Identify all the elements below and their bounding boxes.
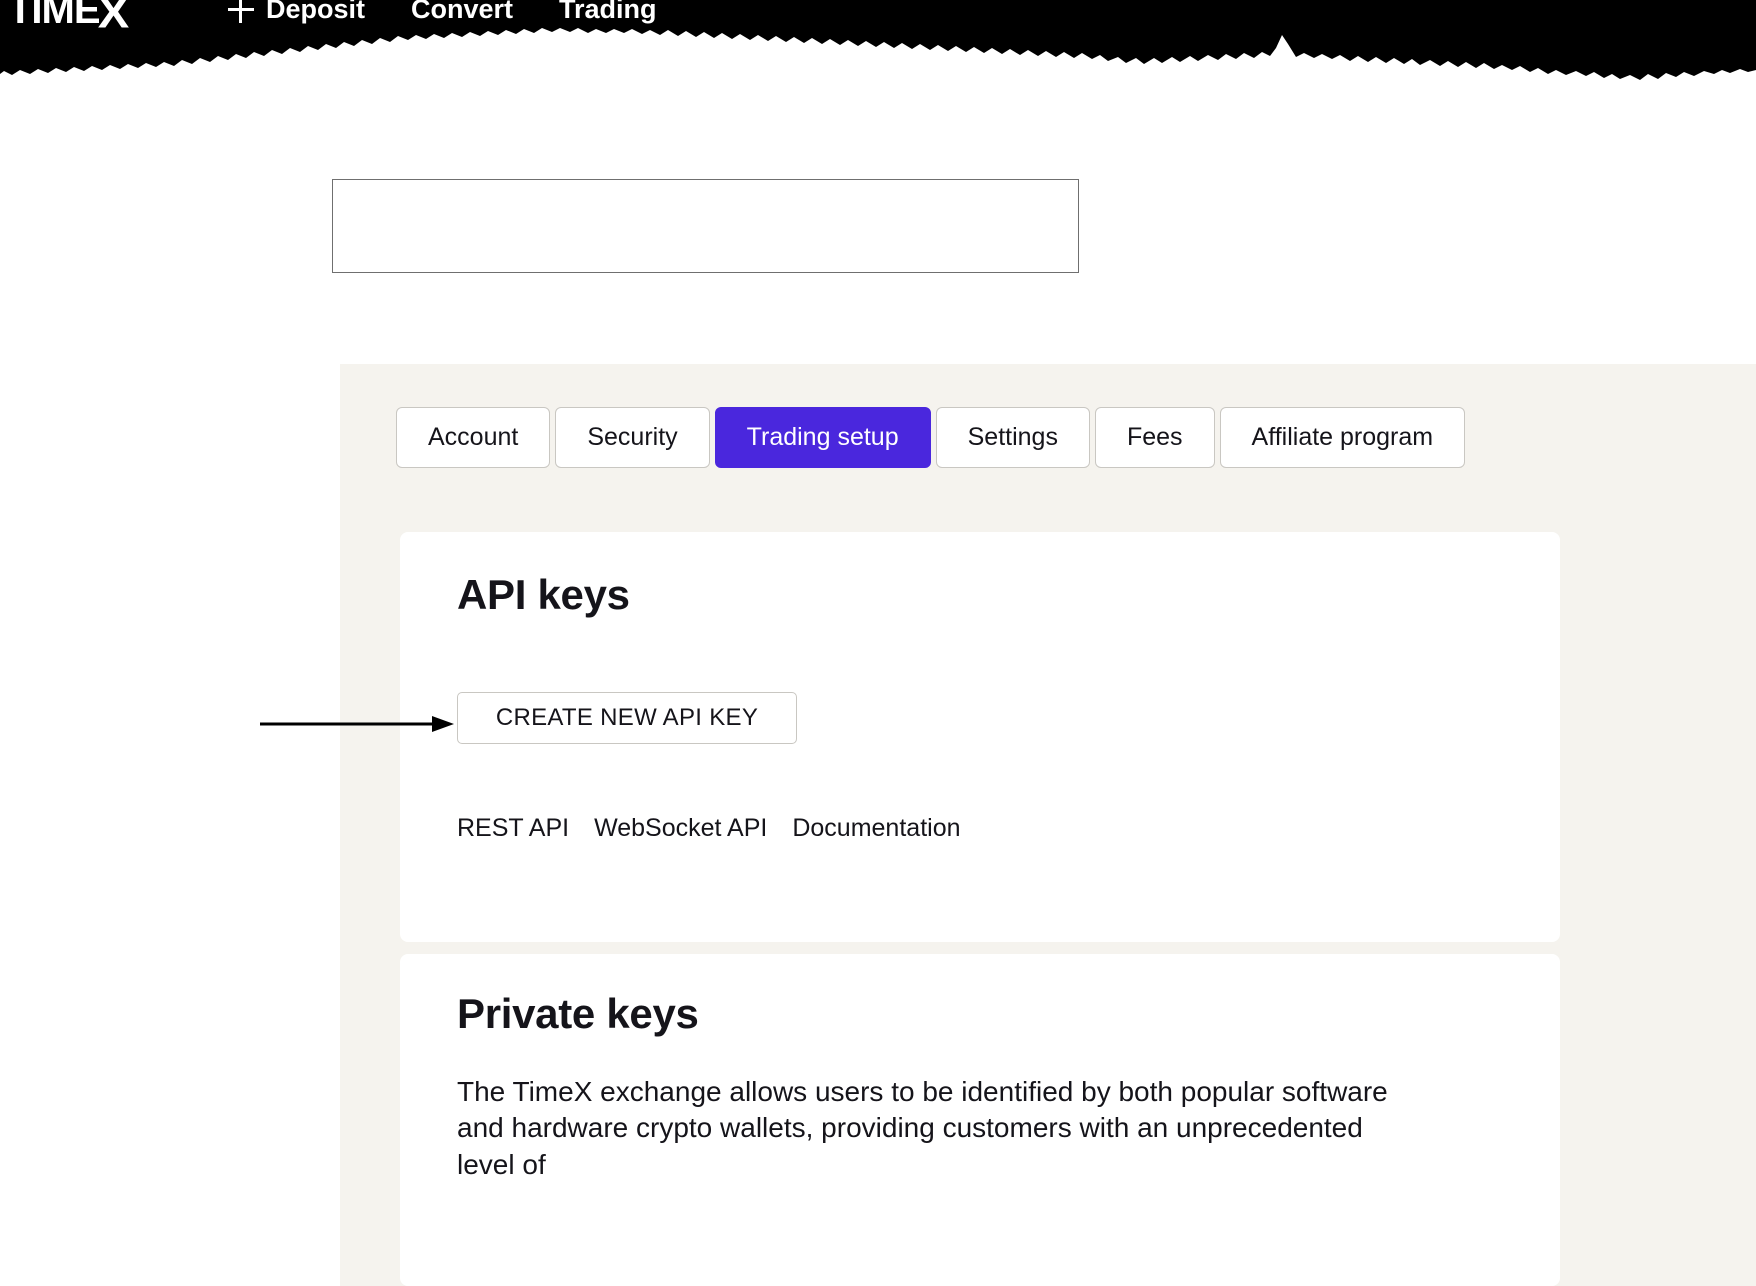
tab-label-trading-setup: Trading setup xyxy=(746,423,899,451)
tab-label-settings: Settings xyxy=(967,423,1058,451)
tab-settings[interactable]: Settings xyxy=(935,407,1090,468)
timex-logo[interactable]: TIMEX xyxy=(8,0,129,35)
tab-label-account: Account xyxy=(428,423,519,451)
link-documentation[interactable]: Documentation xyxy=(792,814,960,843)
site-header: TIMEX Deposit Convert Trading xyxy=(0,0,1756,88)
tab-affiliate-program[interactable]: Affiliate program xyxy=(1219,407,1466,468)
private-keys-description: The TimeX exchange allows users to be id… xyxy=(457,1076,1388,1180)
nav-item-deposit[interactable]: Deposit xyxy=(228,0,365,25)
nav-label-convert: Convert xyxy=(411,0,514,24)
tab-trading-setup[interactable]: Trading setup xyxy=(714,407,931,468)
link-rest-api[interactable]: REST API xyxy=(457,814,569,843)
header-nav-bar: TIMEX Deposit Convert Trading xyxy=(0,0,1756,48)
create-new-api-key-button[interactable]: CREATE NEW API KEY xyxy=(457,692,797,744)
api-links-row: REST API WebSocket API Documentation xyxy=(457,814,961,843)
api-keys-title: API keys xyxy=(457,571,630,618)
content-placeholder-box xyxy=(332,179,1079,273)
tab-account[interactable]: Account xyxy=(396,407,551,468)
tab-label-fees: Fees xyxy=(1126,423,1183,451)
plus-icon xyxy=(228,0,254,23)
nav-label-trading: Trading xyxy=(559,0,657,24)
nav-item-convert[interactable]: Convert xyxy=(411,0,513,25)
settings-panel: Account Security Trading setup Settings … xyxy=(340,364,1756,1286)
api-keys-card: API keys CREATE NEW API KEY REST API Web… xyxy=(400,532,1560,942)
logo-text: TIME xyxy=(8,0,101,32)
tab-security[interactable]: Security xyxy=(555,407,710,468)
tab-label-security: Security xyxy=(587,423,678,451)
nav-item-trading[interactable]: Trading xyxy=(559,0,657,25)
private-keys-title: Private keys xyxy=(457,990,699,1037)
private-keys-card: Private keys The TimeX exchange allows u… xyxy=(400,954,1560,1286)
settings-tabs: Account Security Trading setup Settings … xyxy=(396,407,1466,468)
link-websocket-api[interactable]: WebSocket API xyxy=(594,814,767,843)
tab-fees[interactable]: Fees xyxy=(1094,407,1215,468)
tab-label-affiliate-program: Affiliate program xyxy=(1251,423,1434,451)
nav-label-deposit: Deposit xyxy=(266,0,366,24)
create-new-api-key-label: CREATE NEW API KEY xyxy=(495,704,759,731)
logo-accent-x: X xyxy=(97,0,128,38)
main-nav: Deposit Convert Trading xyxy=(228,0,657,25)
pointer-arrow xyxy=(260,716,454,732)
